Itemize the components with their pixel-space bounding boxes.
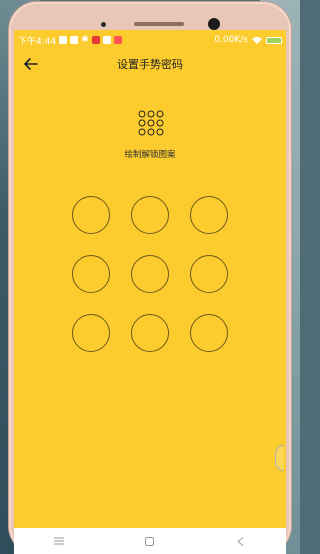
back-icon [237, 536, 244, 546]
edge-swipe-handle[interactable] [275, 445, 284, 471]
pattern-dot-1[interactable] [72, 196, 110, 234]
home-icon [145, 536, 155, 546]
nav-back-button[interactable] [229, 531, 253, 551]
earpiece-speaker [134, 22, 184, 26]
pattern-dot-3[interactable] [190, 196, 228, 234]
menu-icon [54, 537, 65, 545]
pattern-dot-2[interactable] [131, 196, 169, 234]
pattern-dot-7[interactable] [72, 314, 110, 352]
pattern-dot-6[interactable] [190, 255, 228, 293]
navigation-bar [14, 528, 286, 554]
front-sensor [101, 22, 106, 27]
pattern-dot-9[interactable] [190, 314, 228, 352]
pattern-dot-4[interactable] [72, 255, 110, 293]
front-camera [208, 18, 220, 30]
pattern-dot-8[interactable] [131, 314, 169, 352]
menu-button[interactable] [47, 531, 71, 551]
screen: 下午4:44 ✱ 0.00K/s 设置手势密码 绘制解锁图案 [14, 30, 286, 554]
home-button[interactable] [138, 531, 162, 551]
pattern-grid [14, 30, 286, 554]
pattern-dot-5[interactable] [131, 255, 169, 293]
